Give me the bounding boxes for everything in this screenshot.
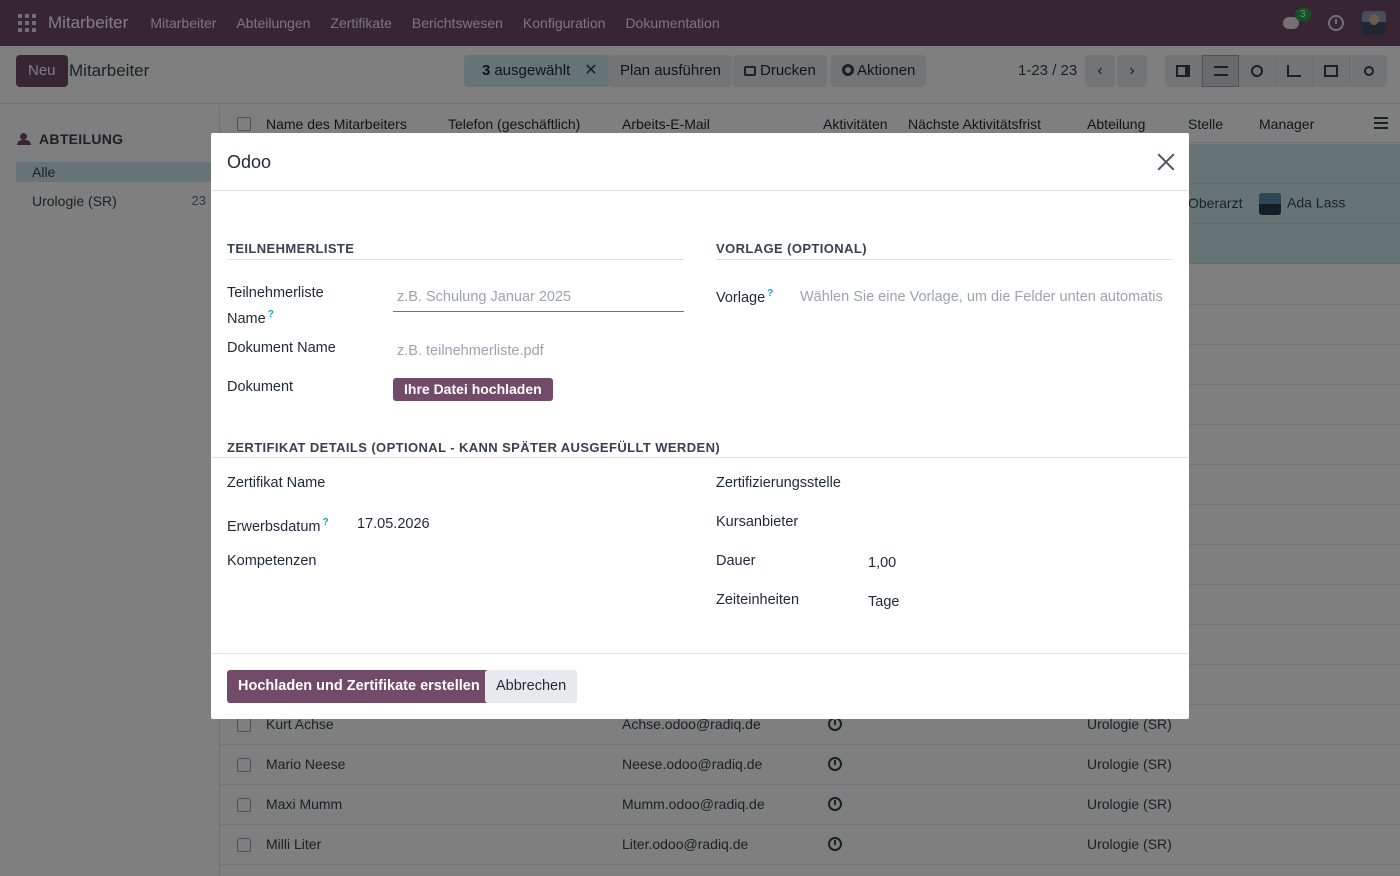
doc-name-input[interactable]: z.B. teilnehmerliste.pdf [393, 337, 684, 365]
section-divider [716, 259, 1173, 260]
duration-label: Dauer [716, 553, 756, 569]
time-units-label: Zeiteinheiten [716, 592, 800, 608]
upload-certificates-dialog: Odoo TEILNEHMERLISTE VORLAGE (OPTIONAL) … [211, 133, 1189, 719]
close-icon[interactable] [1157, 153, 1175, 171]
doc-name-label: Dokument Name [227, 340, 336, 356]
section-title-template: VORLAGE (OPTIONAL) [716, 241, 867, 256]
upload-file-button[interactable]: Ihre Datei hochladen [393, 378, 553, 401]
cert-name-label: Zertifikat Name [227, 475, 326, 491]
list-name-label-line2: Name [227, 311, 266, 327]
time-units-field[interactable]: Tage [868, 594, 899, 610]
template-select[interactable]: Wählen Sie eine Vorlage, um die Felder u… [796, 283, 1173, 311]
acq-date-label-text: Erwerbsdatum [227, 519, 321, 535]
upload-and-create-button[interactable]: Hochladen und Zertifikate erstellen [227, 670, 491, 703]
template-label-text: Vorlage [716, 290, 766, 306]
section-divider [227, 259, 684, 260]
issuer-label: Zertifizierungsstelle [716, 475, 841, 491]
list-name-label-line1: Teilnehmerliste [227, 285, 324, 301]
template-label: Vorlage? [716, 283, 773, 309]
document-label: Dokument [227, 379, 294, 395]
help-icon[interactable]: ? [322, 517, 328, 528]
skills-label: Kompetenzen [227, 553, 317, 569]
acq-date-label: Erwerbsdatum? [227, 512, 329, 538]
provider-label: Kursanbieter [716, 514, 799, 530]
help-icon[interactable]: ? [767, 288, 773, 299]
section-divider [211, 457, 1189, 458]
section-title-participants: TEILNEHMERLISTE [227, 241, 355, 256]
list-name-label: Teilnehmerliste Name? [227, 283, 324, 330]
dialog-footer: Hochladen und Zertifikate erstellen Abbr… [211, 653, 1189, 719]
list-name-input[interactable]: z.B. Schulung Januar 2025 [393, 283, 684, 312]
dialog-title: Odoo [227, 152, 272, 172]
acq-date-field[interactable]: 17.05.2026 [357, 516, 430, 532]
dialog-header: Odoo [211, 133, 1189, 191]
duration-field[interactable]: 1,00 [868, 555, 896, 571]
cancel-button[interactable]: Abbrechen [485, 670, 578, 703]
help-icon[interactable]: ? [268, 309, 274, 320]
section-title-certificate: ZERTIFIKAT DETAILS (OPTIONAL - KANN SPÄT… [227, 440, 721, 455]
